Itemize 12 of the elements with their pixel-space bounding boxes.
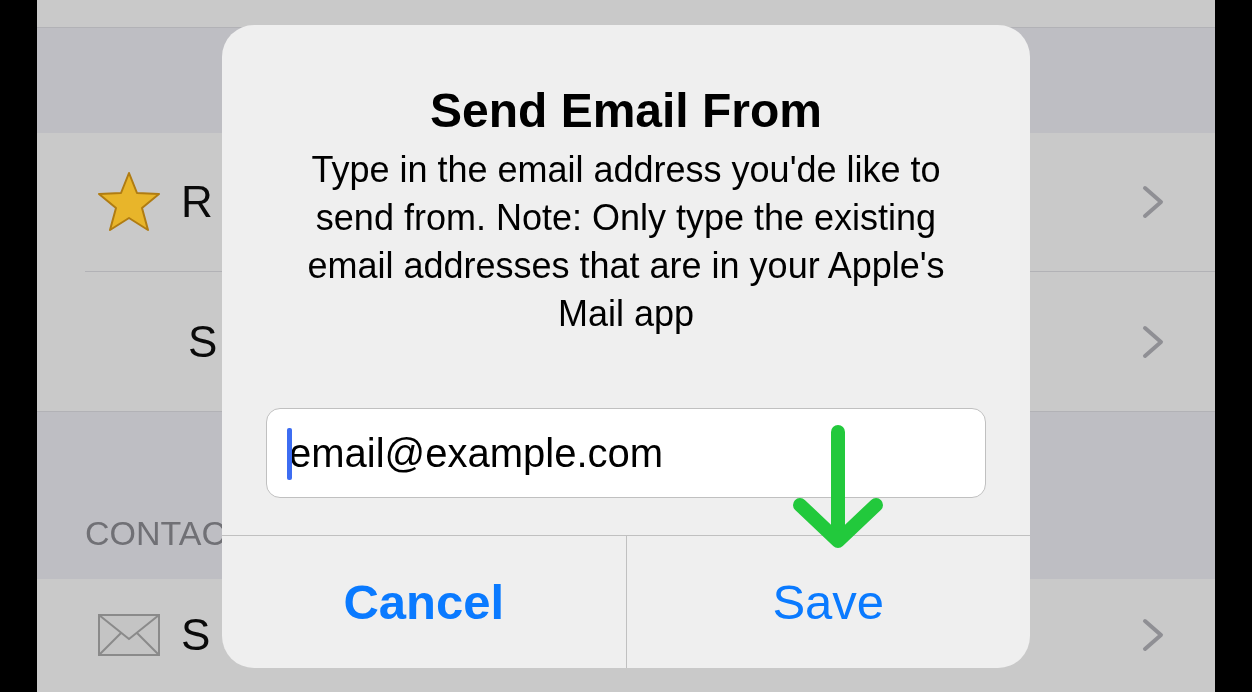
dialog-message: Type in the email address you'de like to send from. Note: Only type the existing email addresses that are in your Apple's Mail app [306, 148, 946, 336]
envelope-icon [97, 613, 161, 657]
dialog-title: Send Email From [429, 83, 823, 138]
chevron-icon [1141, 184, 1165, 220]
row-label: S [188, 316, 218, 367]
row-label: S [181, 610, 211, 660]
star-icon [97, 171, 161, 233]
chevron-icon [1141, 617, 1165, 653]
row-label: R [181, 177, 213, 227]
email-field[interactable]: email@example.com [266, 408, 986, 498]
chevron-icon [1141, 323, 1165, 360]
save-button[interactable]: Save [625, 536, 1030, 668]
